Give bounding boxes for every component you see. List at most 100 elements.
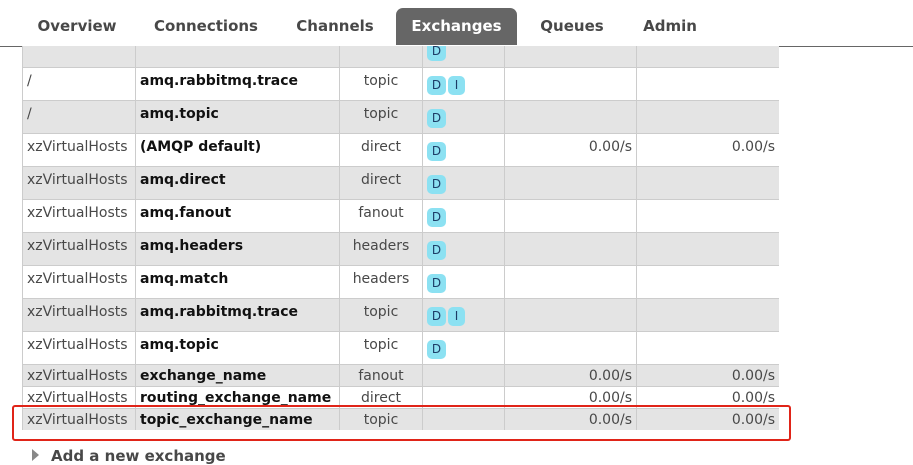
- exchange-row[interactable]: xzVirtualHosts amq.headers headers D: [22, 232, 779, 266]
- message-rate-out-cell: [636, 298, 779, 332]
- message-rate-out-cell: 0.00/s: [636, 133, 779, 167]
- exchange-row[interactable]: xzVirtualHosts amq.rabbitmq.trace topic D I: [22, 298, 779, 332]
- tab-connections[interactable]: Connections: [142, 8, 270, 45]
- vhost-cell[interactable]: xzVirtualHosts: [22, 298, 136, 332]
- vhost-cell[interactable]: xzVirtualHosts: [22, 408, 136, 430]
- exchange-row[interactable]: xzVirtualHosts (AMQP default) direct D 0.00/…: [22, 133, 779, 167]
- exchange-name-link[interactable]: routing_exchange_name: [135, 386, 340, 409]
- durable-badge: D: [427, 46, 446, 61]
- exchange-type-cell: topic: [339, 298, 423, 332]
- features-cell: D: [422, 133, 505, 167]
- features-cell: DI: [422, 67, 505, 101]
- exchanges-table-container: D / amq.rabbitmq.trace topic D I / amq.topic top…: [22, 46, 779, 430]
- add-exchange-toggle[interactable]: Add a new exchange: [32, 447, 226, 465]
- exchange-name-link[interactable]: amq.direct: [135, 166, 340, 200]
- exchange-row[interactable]: xzVirtualHosts amq.direct direct D: [22, 166, 779, 200]
- vhost-cell[interactable]: /: [22, 67, 136, 101]
- message-rate-in-cell: [504, 265, 637, 299]
- features-cell: D: [422, 46, 505, 68]
- exchange-type-cell: headers: [339, 232, 423, 266]
- exchanges-table: D / amq.rabbitmq.trace topic D I / amq.topic top…: [22, 46, 779, 430]
- features-cell: D: [422, 232, 505, 266]
- durable-badge: D: [427, 306, 446, 326]
- add-exchange-label: Add a new exchange: [51, 447, 226, 465]
- message-rate-out-cell: [636, 166, 779, 200]
- exchange-type-cell: topic: [339, 408, 423, 430]
- vhost-cell[interactable]: xzVirtualHosts: [22, 265, 136, 299]
- main-navigation: Overview Connections Channels Exchanges …: [0, 0, 913, 47]
- durable-badge: D: [427, 174, 446, 194]
- message-rate-out-cell: [636, 100, 779, 134]
- message-rate-in-cell: 0.00/s: [504, 386, 637, 409]
- message-rate-out-cell: [636, 67, 779, 101]
- vhost-cell[interactable]: [22, 46, 136, 68]
- exchange-type-cell: direct: [339, 166, 423, 200]
- exchange-row[interactable]: / amq.rabbitmq.trace topic D I: [22, 67, 779, 101]
- exchanges-table-body: D / amq.rabbitmq.trace topic D I / amq.topic top…: [22, 46, 779, 430]
- exchange-name-link[interactable]: exchange_name: [135, 364, 340, 387]
- vhost-cell[interactable]: xzVirtualHosts: [22, 331, 136, 365]
- exchange-row[interactable]: xzVirtualHosts routing_exchange_name direc…: [22, 386, 779, 409]
- exchange-name-link[interactable]: amq.rabbitmq.trace: [135, 67, 340, 101]
- tab-overview[interactable]: Overview: [26, 8, 128, 45]
- features-cell: D: [422, 166, 505, 200]
- vhost-cell[interactable]: xzVirtualHosts: [22, 199, 136, 233]
- message-rate-in-cell: 0.00/s: [504, 408, 637, 430]
- internal-badge: I: [448, 306, 465, 326]
- exchange-type-cell: fanout: [339, 199, 423, 233]
- exchange-name-link[interactable]: [135, 46, 340, 68]
- exchange-name-link[interactable]: (AMQP default): [135, 133, 340, 167]
- tab-channels[interactable]: Channels: [286, 8, 384, 45]
- exchange-name-link[interactable]: amq.fanout: [135, 199, 340, 233]
- exchange-name-link[interactable]: amq.topic: [135, 331, 340, 365]
- message-rate-out-cell: 0.00/s: [636, 386, 779, 409]
- message-rate-in-cell: [504, 166, 637, 200]
- exchange-name-link[interactable]: amq.headers: [135, 232, 340, 266]
- message-rate-in-cell: [504, 331, 637, 365]
- exchange-type-cell: direct: [339, 386, 423, 409]
- features-cell: [422, 386, 505, 409]
- features-cell: DI: [422, 298, 505, 332]
- exchange-row[interactable]: xzVirtualHosts amq.topic topic D: [22, 331, 779, 365]
- expand-arrow-icon: [32, 449, 39, 461]
- durable-badge: D: [427, 339, 446, 359]
- features-cell: D: [422, 265, 505, 299]
- message-rate-in-cell: [504, 67, 637, 101]
- exchange-row[interactable]: / amq.topic topic D: [22, 100, 779, 134]
- vhost-cell[interactable]: xzVirtualHosts: [22, 232, 136, 266]
- tab-exchanges[interactable]: Exchanges: [396, 8, 517, 45]
- vhost-cell[interactable]: xzVirtualHosts: [22, 133, 136, 167]
- features-cell: [422, 408, 505, 430]
- exchange-name-link[interactable]: topic_exchange_name: [135, 408, 340, 430]
- exchange-name-link[interactable]: amq.match: [135, 265, 340, 299]
- features-cell: [422, 364, 505, 387]
- tab-admin[interactable]: Admin: [630, 8, 710, 45]
- exchange-name-link[interactable]: amq.topic: [135, 100, 340, 134]
- durable-badge: D: [427, 108, 446, 128]
- exchange-row[interactable]: xzVirtualHosts amq.match headers D: [22, 265, 779, 299]
- durable-badge: D: [427, 75, 446, 95]
- exchange-row[interactable]: D: [22, 46, 779, 68]
- internal-badge: I: [448, 75, 465, 95]
- exchange-type-cell: headers: [339, 265, 423, 299]
- message-rate-out-cell: [636, 46, 779, 68]
- message-rate-in-cell: [504, 199, 637, 233]
- vhost-cell[interactable]: xzVirtualHosts: [22, 166, 136, 200]
- exchange-type-cell: topic: [339, 67, 423, 101]
- message-rate-in-cell: [504, 100, 637, 134]
- exchange-row[interactable]: xzVirtualHosts topic_exchange_name topic 0.…: [22, 408, 779, 430]
- vhost-cell[interactable]: /: [22, 100, 136, 134]
- features-cell: D: [422, 199, 505, 233]
- durable-badge: D: [427, 141, 446, 161]
- message-rate-in-cell: [504, 232, 637, 266]
- tab-queues[interactable]: Queues: [531, 8, 613, 45]
- message-rate-in-cell: 0.00/s: [504, 133, 637, 167]
- message-rate-out-cell: 0.00/s: [636, 364, 779, 387]
- message-rate-in-cell: 0.00/s: [504, 364, 637, 387]
- exchange-row[interactable]: xzVirtualHosts exchange_name fanout 0.00/s 0…: [22, 364, 779, 387]
- exchange-row[interactable]: xzVirtualHosts amq.fanout fanout D: [22, 199, 779, 233]
- vhost-cell[interactable]: xzVirtualHosts: [22, 364, 136, 387]
- exchange-type-cell: direct: [339, 133, 423, 167]
- exchange-name-link[interactable]: amq.rabbitmq.trace: [135, 298, 340, 332]
- vhost-cell[interactable]: xzVirtualHosts: [22, 386, 136, 409]
